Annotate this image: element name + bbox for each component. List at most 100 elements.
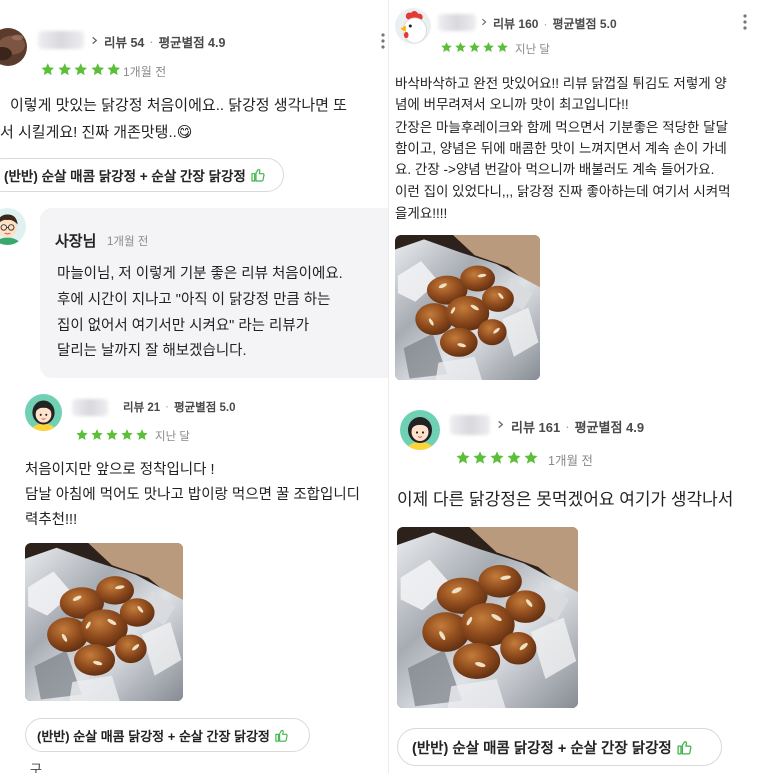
more-vertical-icon[interactable] — [738, 11, 752, 33]
ordered-menu-label: (반반) 순살 매콤 닭강정 + 순살 간장 닭강정 — [37, 728, 270, 744]
review-text-line: 담날 아침에 먹어도 맛나고 밥이랑 먹으면 꿀 조합입니디 — [25, 487, 361, 503]
owner-reply-author: 사장님 — [55, 233, 97, 250]
chicken-photo-image — [397, 527, 578, 708]
review-text-line: 처음이지만 앞으로 정착입니다 ! — [25, 462, 215, 478]
owner-character-icon — [0, 208, 26, 245]
reviewer-stats: 리뷰 54 · 평균별점 4.9 — [104, 32, 225, 51]
review-photo[interactable] — [395, 235, 540, 380]
review-count: 리뷰 160 — [493, 17, 539, 31]
review-text-line: 이제 다른 닭강정은 못먹겠어요 여기가 생각나서 — [397, 490, 734, 509]
chicken-photo-image — [395, 235, 540, 380]
star-icon — [41, 63, 55, 76]
star-icon — [121, 429, 133, 440]
owner-reply-date: 1개월 전 — [107, 236, 149, 248]
reviewer-stats: 리뷰 160 · 평균별점 5.0 — [493, 15, 617, 32]
ordered-menu-chip[interactable]: (반반) 순살 매콤 닭강정 + 순살 간장 닭강정 — [0, 158, 284, 192]
review-text-line: 력추천!!! — [25, 512, 78, 528]
star-icon — [90, 63, 104, 76]
reviewer-avatar[interactable] — [0, 28, 27, 66]
owner-reply-line: 달리는 날까지 잘 해보겠습니다. — [57, 343, 247, 359]
average-rating: 평균별점 4.9 — [574, 420, 645, 435]
thumbs-up-icon — [274, 728, 289, 743]
reviewer-stats: 리뷰 21 · 평균별점 5.0 — [123, 399, 236, 415]
owner-reply-line: 집이 없어서 여기서만 시켜요" 라는 리뷰가 — [57, 318, 310, 334]
review-count: 리뷰 21 — [123, 402, 161, 414]
stats-separator: · — [543, 16, 548, 31]
reviewer-profile-link[interactable] — [72, 397, 112, 419]
more-vertical-icon[interactable] — [377, 30, 388, 52]
star-icon — [497, 42, 508, 53]
reviewer-profile-link[interactable] — [438, 12, 490, 34]
review-count: 리뷰 161 — [511, 420, 561, 435]
review-text-line: 을게요!!!! — [395, 206, 448, 221]
stats-separator: · — [149, 34, 154, 49]
star-icon — [490, 451, 504, 464]
reviewer-stats: 리뷰 161 · 평균별점 4.9 — [511, 417, 644, 436]
star-icon — [76, 429, 88, 440]
reviewer-profile-link[interactable] — [450, 413, 508, 437]
star-icon — [473, 451, 487, 464]
chevron-right-icon — [480, 17, 488, 27]
ordered-menu-label: (반반) 순살 매콤 닭강정 + 순살 간장 닭강정 — [4, 169, 246, 184]
review-card: 리뷰 54 · 평균별점 4.9 1개월 전 이렇게 맛있는 닭강정 처음이에요… — [0, 0, 388, 384]
review-text-line: 함이고, 양념은 뒤에 매콤한 맛이 느껴지면서 계속 손이 가네 — [395, 141, 727, 156]
ordered-menu-chip[interactable]: (반반) 순살 매콤 닭강정 + 순살 간장 닭강정 — [397, 728, 722, 766]
average-rating: 평균별점 4.9 — [158, 36, 226, 50]
review-text-line: 간장은 마늘후레이크와 함께 먹으면서 기분좋은 적당한 달달 — [395, 120, 729, 135]
chevron-right-icon — [90, 35, 99, 46]
thumbs-up-icon — [676, 739, 693, 756]
reviewer-profile-link[interactable] — [38, 28, 102, 52]
star-icon — [136, 429, 148, 440]
review-count: 리뷰 54 — [104, 36, 145, 50]
girl-avatar-icon — [400, 410, 440, 450]
thumbs-up-icon — [250, 167, 266, 183]
reviewer-avatar[interactable] — [395, 8, 431, 44]
reviewer-avatar[interactable] — [400, 410, 440, 450]
stats-separator: · — [165, 401, 169, 413]
star-icon — [469, 42, 480, 53]
star-icon — [106, 429, 118, 440]
star-icon — [91, 429, 103, 440]
star-icon — [441, 42, 452, 53]
chevron-right-icon — [496, 419, 505, 430]
ordered-menu-label: (반반) 순살 매콤 닭강정 + 순살 간장 닭강정 — [412, 740, 672, 757]
review-text-line: 요. 간장 ->양념 번갈아 먹으니까 배불러도 계속 들어가요. — [395, 162, 715, 177]
review-text-line: 이런 집이 있었다니,,, 닭강정 진짜 좋아하는데 여기서 시켜먹 — [395, 184, 731, 199]
star-rating — [440, 41, 509, 54]
girl-avatar-icon — [25, 394, 62, 431]
blurred-nickname — [450, 415, 490, 435]
owner-reply: 사장님 1개월 전 마늘이님, 저 이렇게 기분 좋은 리뷰 처음이에요. 후에… — [40, 208, 388, 378]
star-icon — [74, 63, 88, 76]
star-icon — [107, 63, 121, 76]
star-icon — [483, 42, 494, 53]
review-text-line: 이렇게 맛있는 닭강정 처음이에요.. 닭강정 생각나면 또 — [10, 97, 347, 114]
star-icon — [524, 451, 538, 464]
review-text-line: 바삭바삭하고 완전 맛있어요!! 리뷰 닭껍질 튀김도 저렇게 양 — [395, 76, 727, 91]
stats-separator: · — [565, 419, 570, 434]
reviewer-avatar[interactable] — [25, 394, 62, 431]
star-icon — [507, 451, 521, 464]
blurred-nickname — [72, 399, 108, 416]
ordered-menu-chip[interactable]: (반반) 순살 매콤 닭강정 + 순살 간장 닭강정 — [25, 718, 310, 752]
star-rating — [75, 428, 149, 442]
star-icon — [456, 451, 470, 464]
next-review-fragment: 구 — [30, 762, 42, 773]
owner-avatar — [0, 208, 26, 245]
review-card: 리뷰 21 · 평균별점 5.0 지난 달 처음이지만 앞으로 정착입니다 ! … — [0, 385, 388, 773]
blurred-nickname — [438, 14, 476, 31]
owner-reply-line: 후에 시간이 지나고 "아직 이 닭강정 만큼 하는 — [57, 292, 331, 308]
review-card: 리뷰 161 · 평균별점 4.9 1개월 전 이제 다른 닭강정은 못먹겠어요… — [388, 392, 773, 773]
review-photo[interactable] — [25, 543, 183, 701]
chicken-avatar-icon — [395, 8, 431, 44]
review-date: 1개월 전 — [548, 454, 593, 468]
average-rating: 평균별점 5.0 — [552, 17, 617, 31]
review-text-line: 념에 버무려져서 오니까 맛이 최고입니다!! — [395, 97, 629, 112]
star-rating — [455, 450, 539, 466]
review-date: 지난 달 — [155, 431, 190, 443]
star-icon — [57, 63, 71, 76]
chicken-photo-image — [25, 543, 183, 701]
review-photo[interactable] — [397, 527, 578, 708]
review-date: 1개월 전 — [123, 65, 167, 79]
blurred-nickname — [38, 31, 84, 49]
average-rating: 평균별점 5.0 — [174, 402, 236, 414]
